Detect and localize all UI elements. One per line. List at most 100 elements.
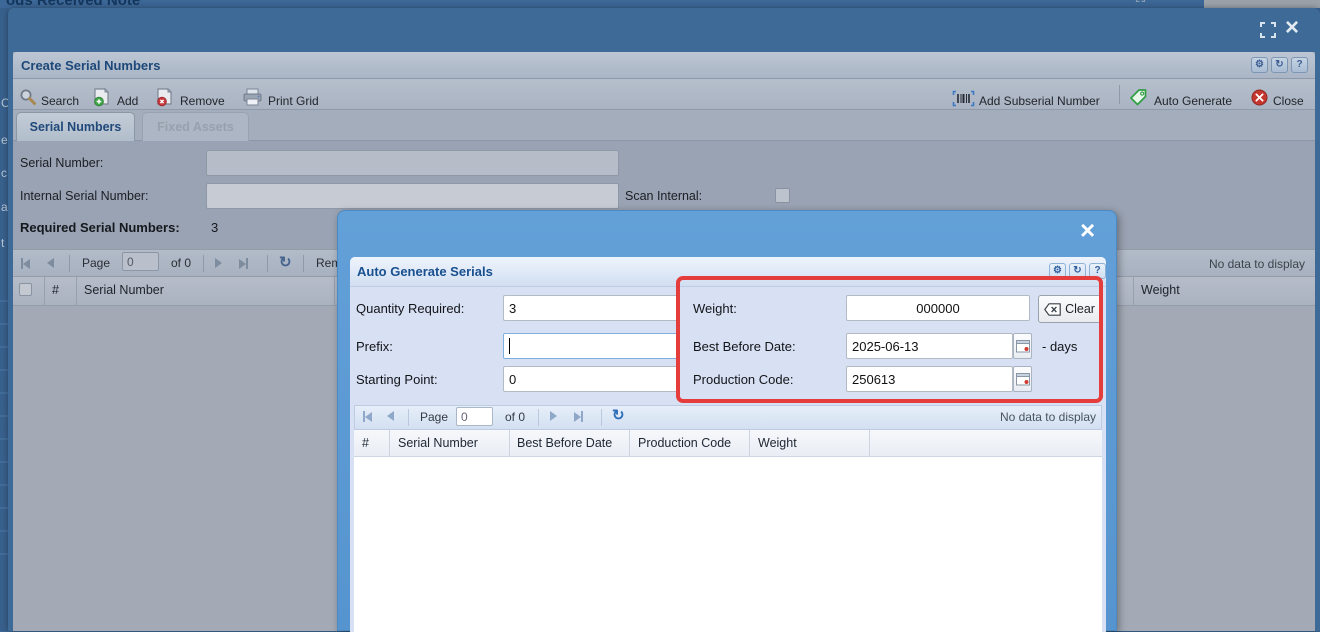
dialog-page-number-input[interactable]: [456, 407, 493, 426]
add-button[interactable]: Add: [117, 92, 138, 110]
search-button-label: Search: [41, 94, 79, 108]
grid-no-data-text: No data to display: [1185, 257, 1305, 271]
internal-serial-number-label: Internal Serial Number:: [20, 189, 149, 203]
dialog-next-page-button[interactable]: [550, 411, 557, 421]
column-separator[interactable]: [389, 430, 390, 457]
starting-point-input[interactable]: [503, 366, 680, 392]
tab-serial-numbers-label: Serial Numbers: [30, 120, 122, 134]
close-button[interactable]: Close: [1273, 92, 1304, 110]
paging-separator: [538, 409, 539, 426]
panel-refresh-tool-button[interactable]: ↻: [1271, 57, 1288, 73]
dialog-column-header-index[interactable]: #: [362, 436, 369, 450]
dialog-column-header-best-before-date[interactable]: Best Before Date: [517, 436, 612, 450]
add-subserial-number-button[interactable]: Add Subserial Number: [979, 92, 1100, 110]
required-serial-numbers-value: 3: [211, 220, 218, 235]
dialog-previous-page-button[interactable]: [387, 411, 394, 421]
paging-separator: [203, 255, 204, 272]
dialog-column-header-serial-number[interactable]: Serial Number: [398, 436, 478, 450]
refresh-icon[interactable]: ↻: [279, 255, 292, 270]
screen: { "backdrop": { "window_behind_title": "…: [0, 0, 1320, 631]
background-window-titlebar: ods Received Note ⛶: [0, 0, 1204, 8]
paging-separator: [408, 409, 409, 426]
help-icon: ?: [1296, 60, 1302, 70]
dialog-last-page-button[interactable]: [574, 411, 583, 422]
internal-serial-number-input[interactable]: [206, 183, 619, 209]
remove-button-label: Remove: [180, 94, 225, 108]
column-separator[interactable]: [334, 277, 335, 306]
dialog-title: Auto Generate Serials: [357, 264, 493, 279]
print-grid-button[interactable]: Print Grid: [268, 92, 319, 110]
first-page-button[interactable]: [21, 258, 30, 269]
starting-point-label: Starting Point:: [356, 372, 438, 387]
dialog-page-of-label: of 0: [505, 410, 525, 424]
background-scroll-strip: [1204, 0, 1320, 8]
quantity-required-label: Quantity Required:: [356, 301, 464, 316]
dialog-grid-body-empty[interactable]: [354, 457, 1102, 632]
prefix-label: Prefix:: [356, 339, 393, 354]
column-separator[interactable]: [76, 277, 77, 306]
paging-separator: [303, 255, 304, 272]
paging-separator: [601, 409, 602, 426]
background-maximize-icon: ⛶: [1136, 0, 1145, 4]
dialog-close-icon[interactable]: ×: [1080, 217, 1095, 243]
page-number-input[interactable]: [122, 252, 159, 271]
add-button-label: Add: [117, 94, 138, 108]
dialog-column-header-weight[interactable]: Weight: [758, 436, 797, 450]
barcode-icon: [952, 90, 975, 112]
column-header-index[interactable]: #: [52, 283, 59, 297]
serial-number-label: Serial Number:: [20, 156, 103, 170]
dialog-refresh-icon[interactable]: ↻: [612, 408, 625, 423]
background-text-fragment: e: [1, 133, 8, 147]
dialog-column-header-production-code[interactable]: Production Code: [638, 436, 731, 450]
tab-serial-numbers[interactable]: Serial Numbers: [16, 112, 135, 141]
paging-separator: [69, 255, 70, 272]
last-page-button[interactable]: [239, 258, 248, 269]
previous-page-button[interactable]: [47, 258, 54, 268]
gear-icon: ⚙: [1053, 266, 1062, 276]
scan-internal-checkbox[interactable]: [775, 188, 790, 203]
text-caret: [509, 338, 510, 354]
serial-number-input[interactable]: [206, 150, 619, 176]
column-separator[interactable]: [749, 430, 750, 457]
window-maximize-icon[interactable]: [1260, 22, 1276, 43]
column-separator[interactable]: [869, 430, 870, 457]
column-header-weight[interactable]: Weight: [1141, 283, 1180, 297]
background-window-title: ods Received Note: [6, 0, 140, 8]
page-label: Page: [82, 256, 110, 270]
dialog-page-label: Page: [420, 410, 448, 424]
column-header-serial-number[interactable]: Serial Number: [84, 283, 164, 297]
dialog-first-page-button[interactable]: [363, 411, 372, 422]
dialog-no-data-text: No data to display: [966, 410, 1096, 424]
scan-internal-label: Scan Internal:: [625, 189, 702, 203]
auto-generate-button-label: Auto Generate: [1154, 94, 1232, 108]
refresh-icon: ↻: [1275, 60, 1283, 70]
remove-button[interactable]: Remove: [180, 92, 225, 110]
panel-print-tool-button[interactable]: ⚙: [1251, 57, 1268, 73]
select-all-checkbox[interactable]: [19, 283, 32, 296]
panel-title: Create Serial Numbers: [21, 58, 160, 73]
window-close-icon[interactable]: ×: [1285, 16, 1299, 40]
toolbar-separator: [1119, 85, 1120, 104]
next-page-button[interactable]: [215, 258, 222, 268]
column-separator[interactable]: [1133, 277, 1134, 306]
auto-generate-button[interactable]: Auto Generate: [1154, 92, 1232, 110]
add-document-icon: [93, 87, 112, 112]
print-grid-icon: [242, 88, 263, 111]
search-button[interactable]: Search: [41, 92, 79, 110]
close-circle-icon: [1251, 89, 1268, 111]
panel-help-tool-button[interactable]: ?: [1291, 57, 1308, 73]
paging-separator: [267, 255, 268, 272]
column-separator[interactable]: [44, 277, 45, 306]
tab-fixed-assets-label: Fixed Assets: [157, 120, 234, 134]
prefix-input[interactable]: [503, 333, 680, 359]
search-icon: [19, 88, 38, 111]
required-serial-numbers-label: Required Serial Numbers:: [20, 220, 180, 235]
close-button-label: Close: [1273, 94, 1304, 108]
background-text-fragment: c: [1, 166, 7, 180]
remove-document-icon: [156, 87, 175, 112]
quantity-required-input[interactable]: [503, 295, 680, 321]
column-separator[interactable]: [509, 430, 510, 457]
tab-fixed-assets[interactable]: Fixed Assets: [142, 112, 249, 141]
print-grid-button-label: Print Grid: [268, 94, 319, 108]
column-separator[interactable]: [629, 430, 630, 457]
